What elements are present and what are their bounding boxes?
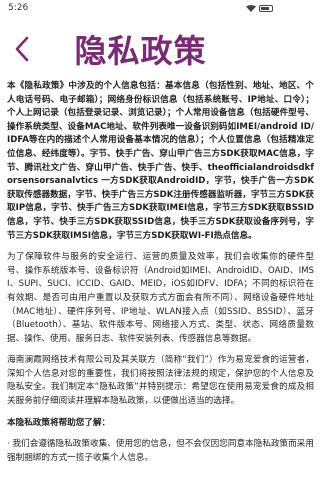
policy-paragraph-4: · 我们会遵循隐私政策收集、使用您的信息，但不会仅因您同意本隐私政策而采用强制捆…	[7, 439, 314, 463]
page-title: 隐私政策	[74, 32, 207, 70]
policy-paragraph-1: 本《隐私政策》中涉及的个人信息包括：基本信息（包括性别、地址、地区、个人电话号码…	[7, 81, 314, 241]
status-time: 5:26	[8, 3, 29, 13]
policy-paragraph-3: 海南澜霞网络技术有限公司及其关联方（简称“我们”）作为易宠爱食的运营者，深知个人…	[7, 355, 314, 407]
policy-content[interactable]: 本《隐私政策》中涉及的个人信息包括：基本信息（包括性别、地址、地区、个人电话号码…	[0, 80, 320, 500]
battery-icon	[259, 4, 273, 12]
header: 隐私政策	[0, 16, 281, 78]
policy-paragraph-2: 为了保障软件与服务的安全运行、运营的质量及效率，我们会收集你的硬件型号、操作系统…	[7, 252, 314, 344]
status-bar: 5:26	[0, 0, 281, 16]
policy-section-heading: 本隐私政策将帮助您了解：	[7, 417, 111, 428]
wifi-icon	[246, 4, 256, 12]
status-icons	[246, 4, 273, 12]
